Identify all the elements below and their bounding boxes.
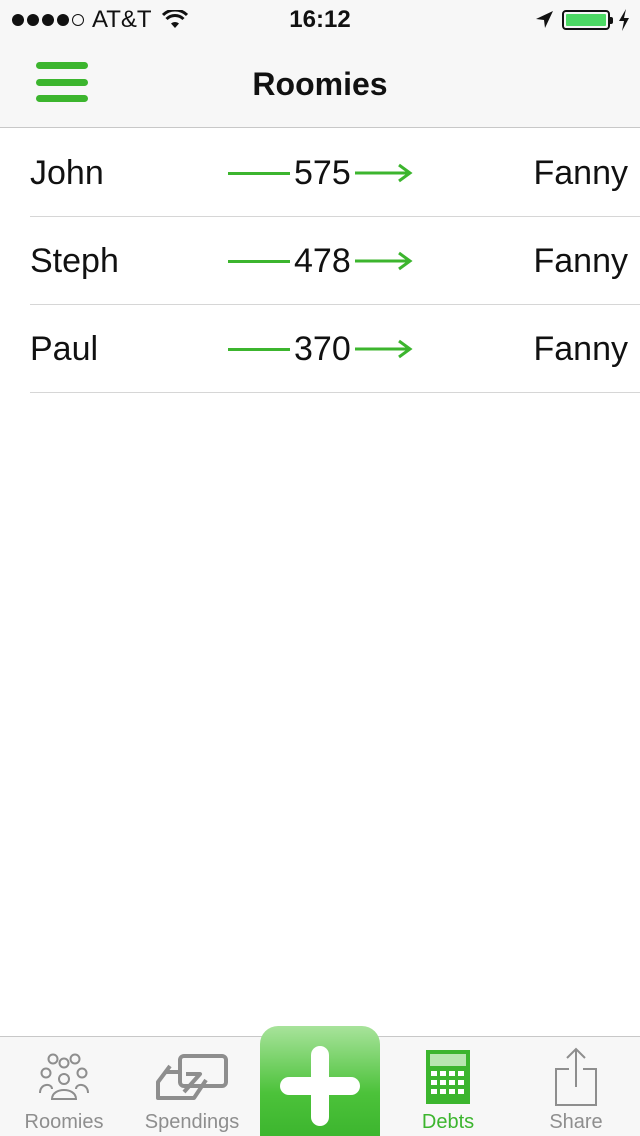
tab-label: Share [549,1111,603,1133]
creditor-name: Fanny [533,330,629,368]
roomies-group-icon [39,1053,89,1100]
debt-row[interactable]: Steph 478 Fanny [30,217,640,305]
tab-debts[interactable]: Debts [384,1037,512,1136]
credit-card-icon [156,1054,228,1100]
debtor-name: Steph [30,242,119,280]
hamburger-icon [36,62,88,69]
tab-roomies[interactable]: Roomies [0,1037,128,1136]
creditor-name: Fanny [533,242,629,280]
debt-amount: 370 [294,330,351,368]
menu-button[interactable] [36,60,88,104]
add-button[interactable] [260,1026,380,1136]
arrow-right-icon [354,339,413,359]
arrow-right-icon [354,251,413,271]
battery-icon [562,10,613,30]
location-arrow-icon [536,11,553,28]
debt-arrow: 478 [228,217,418,305]
status-right [534,6,630,34]
debt-list: John 575 Fanny Steph 478 Fanny Paul 370 [0,129,640,393]
debt-amount: 575 [294,154,351,192]
debt-arrow: 575 [228,129,418,217]
debt-arrow: 370 [228,305,418,393]
arrow-right-icon [354,163,413,183]
debtor-name: Paul [30,330,99,368]
tab-spendings[interactable]: Spendings [128,1037,256,1136]
tab-share[interactable]: Share [512,1037,640,1136]
share-icon [555,1047,597,1106]
debt-row[interactable]: Paul 370 Fanny [30,305,640,393]
navigation-bar: Roomies [0,40,640,128]
calculator-icon [426,1050,470,1104]
tab-label: Spendings [144,1111,240,1133]
charging-bolt-icon [619,9,629,31]
tab-label: Roomies [24,1111,104,1133]
tab-label: Debts [421,1111,475,1133]
status-bar: AT&T 16:12 [0,0,640,40]
debt-row[interactable]: John 575 Fanny [30,129,640,217]
debtor-name: John [30,154,104,192]
page-title: Roomies [252,66,388,102]
debt-amount: 478 [294,242,351,280]
creditor-name: Fanny [533,154,629,192]
